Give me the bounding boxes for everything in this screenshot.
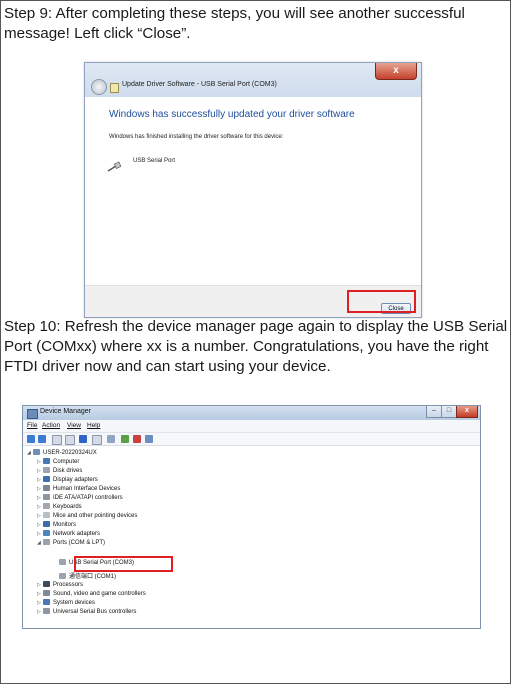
tree-item-ide-controllers[interactable]: ▷ IDE ATA/ATAPI controllers — [37, 494, 123, 501]
tree-root[interactable]: ◢ USER-20220324UX — [27, 449, 97, 456]
window-controls: – □ x — [426, 406, 478, 418]
system-device-icon — [43, 599, 50, 605]
hid-icon — [43, 485, 50, 491]
usb-serial-port-highlight — [74, 556, 173, 572]
processor-icon — [43, 581, 50, 587]
device-name: USB Serial Port — [133, 158, 176, 164]
window-close-button[interactable]: x — [456, 406, 478, 418]
tree-item-keyboards[interactable]: ▷ Keyboards — [37, 503, 82, 510]
tree-item-computer[interactable]: ▷ Computer — [37, 458, 79, 465]
update-driver-dialog: x Update Driver Software - USB Serial Po… — [84, 62, 422, 318]
mouse-icon — [43, 512, 50, 518]
tree-item-network-adapters[interactable]: ▷ Network adapters — [37, 530, 100, 537]
close-button-highlight — [347, 290, 416, 313]
computer-icon — [43, 458, 50, 464]
help-icon[interactable] — [79, 435, 87, 443]
tree-item-communications-port[interactable]: 通信端口 (COM1) — [59, 571, 116, 580]
step-9-instruction: Step 9: After completing these steps, yo… — [4, 5, 465, 42]
uninstall-icon[interactable] — [133, 435, 141, 443]
usb-cable-icon — [107, 161, 121, 172]
update-driver-icon[interactable] — [121, 435, 129, 443]
tree-item-ports[interactable]: ◢ Ports (COM & LPT) — [37, 539, 105, 546]
dialog-title: Update Driver Software - USB Serial Port… — [122, 81, 277, 88]
tree-item-system-devices[interactable]: ▷ System devices — [37, 599, 95, 606]
device-manager-icon — [27, 409, 38, 419]
dialog-heading: Windows has successfully updated your dr… — [109, 109, 355, 120]
display-adapter-icon — [43, 476, 50, 482]
usb-icon — [43, 608, 50, 614]
tree-item-monitors[interactable]: ▷ Monitors — [37, 521, 76, 528]
dialog-message: Windows has finished installing the driv… — [109, 134, 284, 140]
menu-help[interactable]: Help — [87, 422, 100, 429]
tree-item-hid[interactable]: ▷ Human Interface Devices — [37, 485, 120, 492]
menu-action[interactable]: Action — [42, 422, 60, 429]
device-manager-title: Device Manager — [40, 408, 91, 415]
scan-hardware-icon[interactable] — [107, 435, 115, 443]
port-icon — [59, 559, 66, 565]
keyboard-icon — [43, 503, 50, 509]
menu-view[interactable]: View — [67, 422, 81, 429]
properties-icon[interactable] — [65, 435, 75, 445]
tree-item-usb-controllers[interactable]: ▷ Universal Serial Bus controllers — [37, 608, 136, 615]
step-10-instruction: Step 10: Refresh the device manager page… — [4, 318, 508, 375]
sound-icon — [43, 590, 50, 596]
driver-update-icon — [110, 83, 119, 93]
network-adapter-icon — [43, 530, 50, 536]
menu-bar: File Action View Help — [23, 420, 480, 433]
computer-icon — [33, 449, 40, 455]
device-tree: ◢ USER-20220324UX ▷ Computer ▷ Disk drives … — [23, 446, 480, 628]
dialog-close-x-button[interactable]: x — [375, 63, 417, 80]
show-hide-tree-icon[interactable] — [52, 435, 62, 445]
device-manager-titlebar: Device Manager – □ x — [23, 406, 480, 420]
minimize-button[interactable]: – — [426, 406, 442, 418]
back-arrow-icon[interactable] — [91, 79, 107, 95]
disable-icon[interactable] — [145, 435, 153, 443]
dialog-body: Windows has successfully updated your dr… — [85, 97, 421, 285]
maximize-button[interactable]: □ — [441, 406, 457, 418]
tree-item-processors[interactable]: ▷ Processors — [37, 581, 83, 588]
toolbar — [23, 433, 480, 446]
menu-file[interactable]: File — [27, 422, 37, 429]
ide-controller-icon — [43, 494, 50, 500]
view-icon[interactable] — [92, 435, 102, 445]
port-icon — [59, 573, 66, 579]
tree-item-mice[interactable]: ▷ Mice and other pointing devices — [37, 512, 137, 519]
forward-icon[interactable] — [38, 435, 46, 443]
monitor-icon — [43, 521, 50, 527]
device-manager-window: Device Manager – □ x File Action View He… — [22, 405, 481, 629]
port-icon — [43, 539, 50, 545]
dialog-titlebar: x Update Driver Software - USB Serial Po… — [85, 63, 421, 97]
tree-item-sound[interactable]: ▷ Sound, video and game controllers — [37, 590, 146, 597]
tree-item-display-adapters[interactable]: ▷ Display adapters — [37, 476, 98, 483]
disk-drive-icon — [43, 467, 50, 473]
back-icon[interactable] — [27, 435, 35, 443]
tree-item-disk-drives[interactable]: ▷ Disk drives — [37, 467, 82, 474]
